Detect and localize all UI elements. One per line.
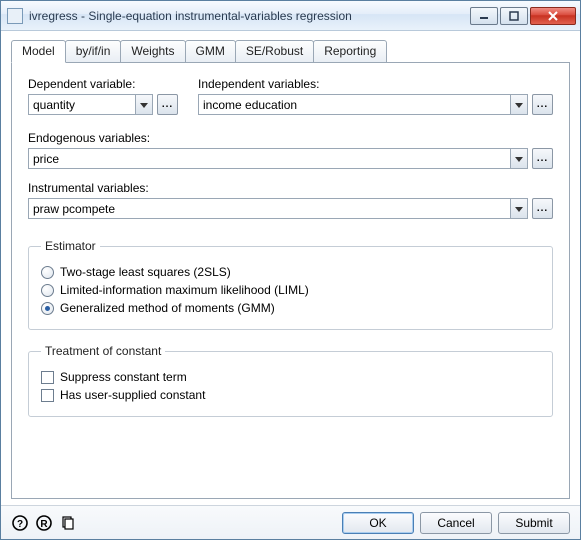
checkbox-icon bbox=[41, 371, 54, 384]
endog-label: Endogenous variables: bbox=[28, 131, 553, 145]
radio-icon bbox=[41, 302, 54, 315]
content-area: Model by/if/in Weights GMM SE/Robust Rep… bbox=[1, 31, 580, 505]
depvar-value: quantity bbox=[29, 98, 135, 112]
tab-weights[interactable]: Weights bbox=[120, 40, 185, 63]
footer-bar: ? R OK Cancel Submit bbox=[1, 505, 580, 539]
constant-option-user[interactable]: Has user-supplied constant bbox=[41, 388, 540, 402]
cancel-button[interactable]: Cancel bbox=[420, 512, 492, 534]
maximize-button[interactable] bbox=[500, 7, 528, 25]
estimator-option-2sls[interactable]: Two-stage least squares (2SLS) bbox=[41, 265, 540, 279]
tabstrip: Model by/if/in Weights GMM SE/Robust Rep… bbox=[11, 40, 570, 63]
indepvars-label: Independent variables: bbox=[198, 77, 553, 91]
instr-browse-button[interactable]: ... bbox=[532, 198, 553, 219]
estimator-label-2: Generalized method of moments (GMM) bbox=[60, 301, 275, 315]
dropdown-arrow-icon[interactable] bbox=[510, 149, 527, 168]
instr-combo[interactable]: praw pcompete bbox=[28, 198, 528, 219]
close-button[interactable] bbox=[530, 7, 576, 25]
window-title: ivregress - Single-equation instrumental… bbox=[29, 9, 470, 23]
radio-icon bbox=[41, 266, 54, 279]
estimator-group: Estimator Two-stage least squares (2SLS)… bbox=[28, 239, 553, 330]
tab-model[interactable]: Model bbox=[11, 40, 66, 63]
endog-value: price bbox=[29, 152, 510, 166]
copy-icon[interactable] bbox=[59, 514, 77, 532]
endog-combo[interactable]: price bbox=[28, 148, 528, 169]
tab-by-if-in[interactable]: by/if/in bbox=[65, 40, 122, 63]
app-icon bbox=[7, 8, 23, 24]
window-controls bbox=[470, 7, 576, 25]
instr-value: praw pcompete bbox=[29, 202, 510, 216]
ok-button[interactable]: OK bbox=[342, 512, 414, 534]
titlebar: ivregress - Single-equation instrumental… bbox=[1, 1, 580, 31]
estimator-label-1: Limited-information maximum likelihood (… bbox=[60, 283, 309, 297]
constant-label-1: Has user-supplied constant bbox=[60, 388, 205, 402]
estimator-legend: Estimator bbox=[41, 239, 100, 253]
indepvars-combo[interactable]: income education bbox=[198, 94, 528, 115]
dropdown-arrow-icon[interactable] bbox=[135, 95, 152, 114]
dialog-window: ivregress - Single-equation instrumental… bbox=[0, 0, 581, 540]
dropdown-arrow-icon[interactable] bbox=[510, 95, 527, 114]
tab-page-model: Dependent variable: quantity ... Indepen… bbox=[11, 62, 570, 499]
tab-se-robust[interactable]: SE/Robust bbox=[235, 40, 314, 63]
instr-label: Instrumental variables: bbox=[28, 181, 553, 195]
svg-text:?: ? bbox=[17, 519, 23, 530]
constant-group: Treatment of constant Suppress constant … bbox=[28, 344, 553, 417]
tab-reporting[interactable]: Reporting bbox=[313, 40, 387, 63]
radio-icon bbox=[41, 284, 54, 297]
estimator-label-0: Two-stage least squares (2SLS) bbox=[60, 265, 231, 279]
estimator-option-gmm[interactable]: Generalized method of moments (GMM) bbox=[41, 301, 540, 315]
depvar-combo[interactable]: quantity bbox=[28, 94, 153, 115]
minimize-button[interactable] bbox=[470, 7, 498, 25]
checkbox-icon bbox=[41, 389, 54, 402]
indepvars-browse-button[interactable]: ... bbox=[532, 94, 553, 115]
constant-option-suppress[interactable]: Suppress constant term bbox=[41, 370, 540, 384]
constant-legend: Treatment of constant bbox=[41, 344, 165, 358]
tab-gmm[interactable]: GMM bbox=[185, 40, 236, 63]
svg-text:R: R bbox=[40, 519, 48, 530]
reset-icon[interactable]: R bbox=[35, 514, 53, 532]
dropdown-arrow-icon[interactable] bbox=[510, 199, 527, 218]
indepvars-value: income education bbox=[199, 98, 510, 112]
estimator-option-liml[interactable]: Limited-information maximum likelihood (… bbox=[41, 283, 540, 297]
endog-browse-button[interactable]: ... bbox=[532, 148, 553, 169]
depvar-label: Dependent variable: bbox=[28, 77, 178, 91]
depvar-browse-button[interactable]: ... bbox=[157, 94, 178, 115]
submit-button[interactable]: Submit bbox=[498, 512, 570, 534]
help-icon[interactable]: ? bbox=[11, 514, 29, 532]
constant-label-0: Suppress constant term bbox=[60, 370, 187, 384]
